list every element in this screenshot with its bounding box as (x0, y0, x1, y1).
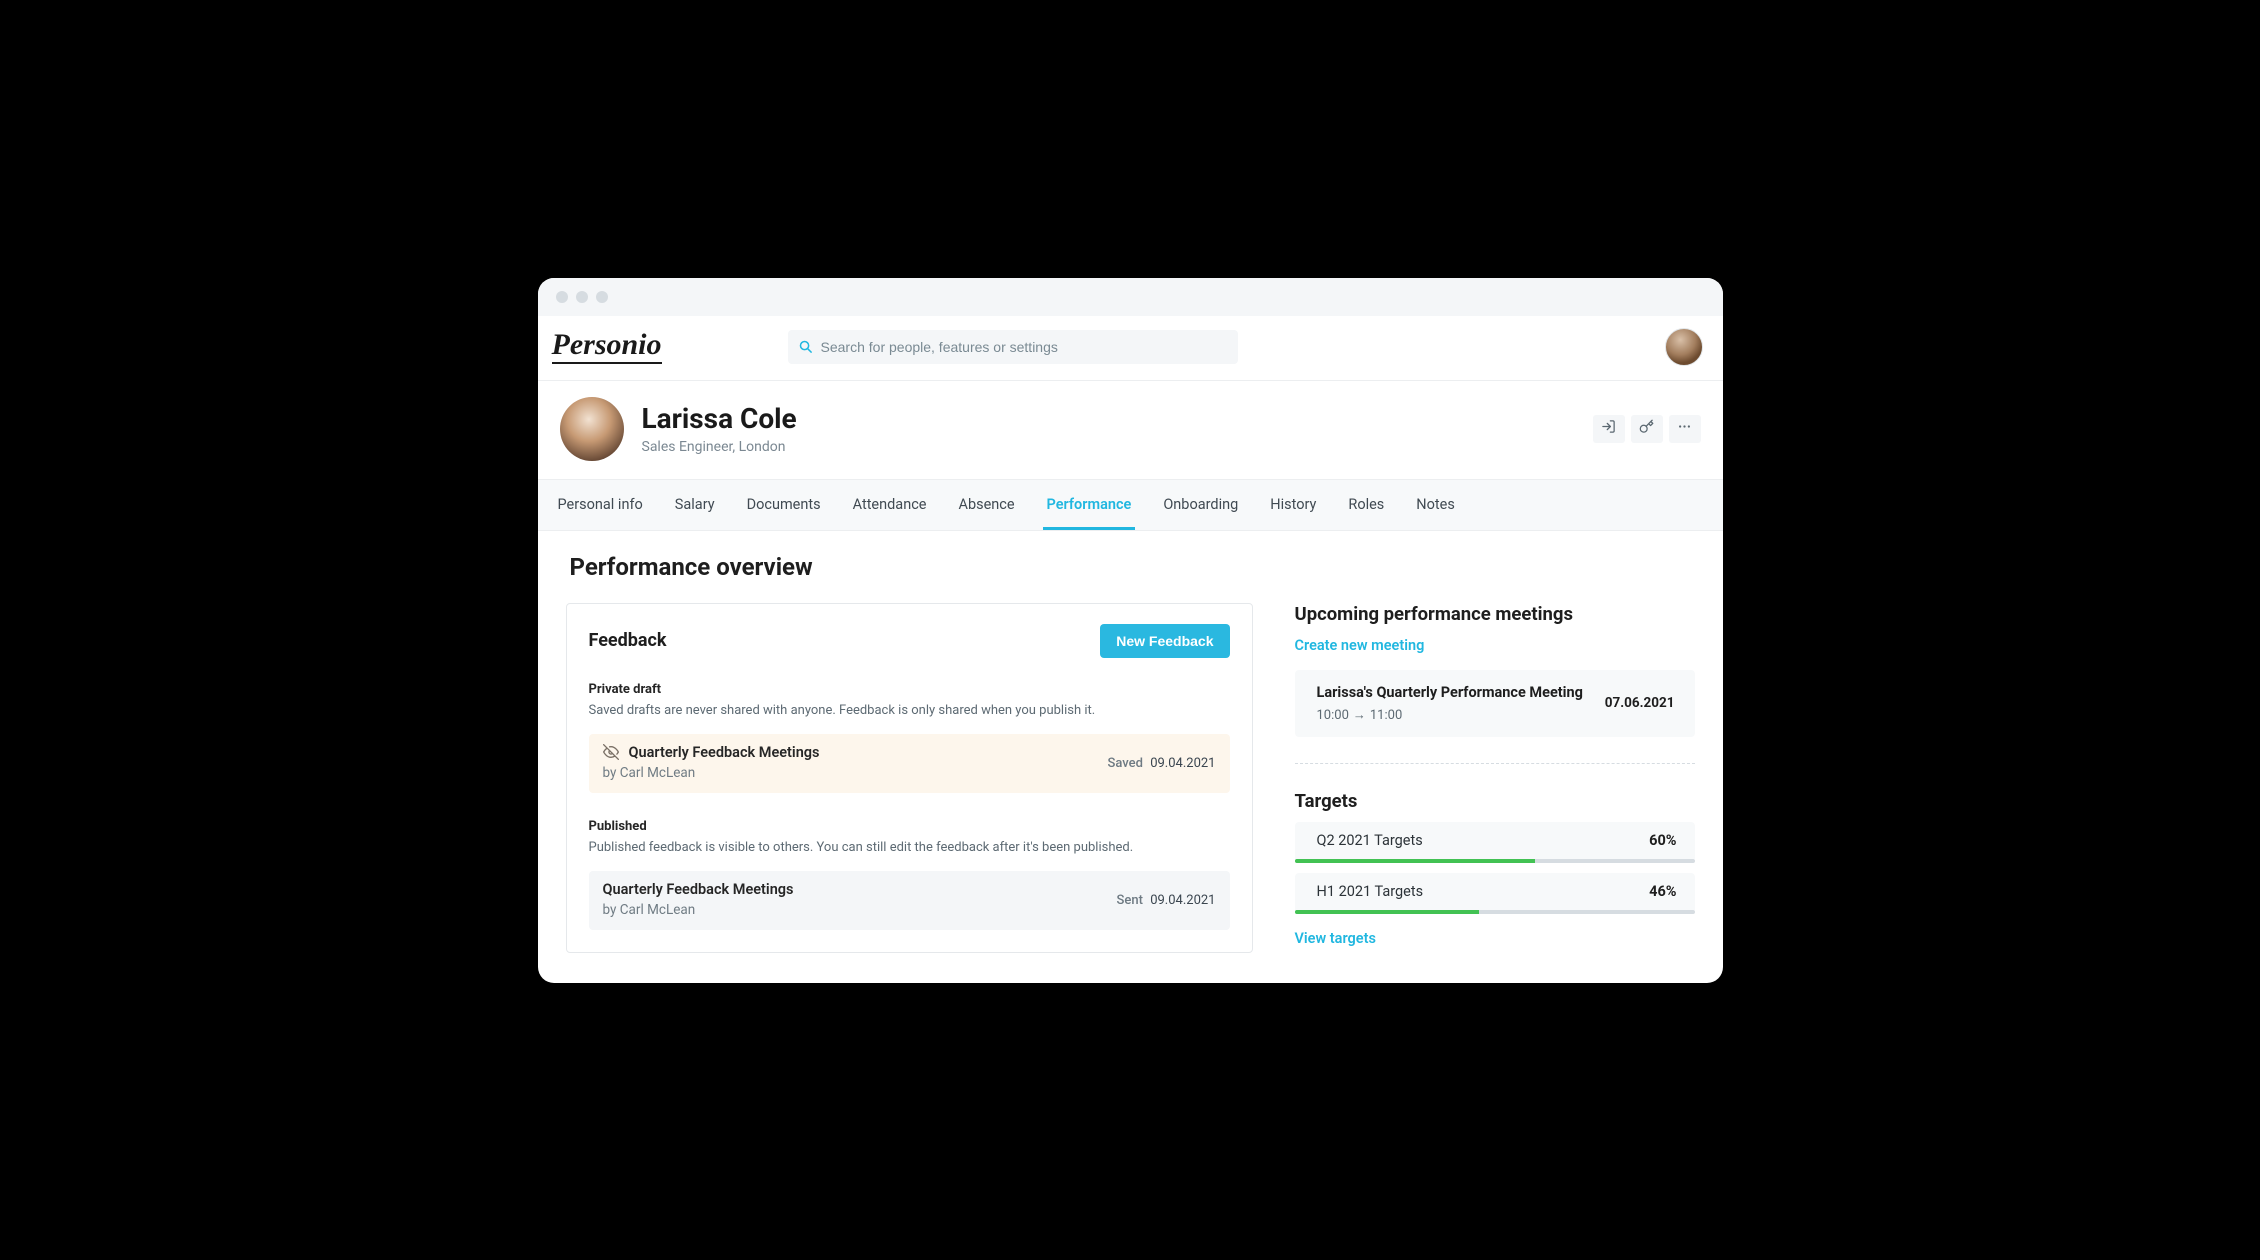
meetings-heading: Upcoming performance meetings (1295, 603, 1695, 625)
divider (1295, 763, 1695, 764)
feedback-heading: Feedback (589, 630, 667, 651)
window-titlebar (538, 278, 1723, 316)
more-button[interactable] (1669, 415, 1701, 443)
top-bar: Personio (538, 316, 1723, 381)
target-name: H1 2021 Targets (1317, 883, 1424, 900)
tab-history[interactable]: History (1266, 480, 1320, 530)
feedback-published-item[interactable]: Quarterly Feedback Meetings by Carl McLe… (589, 871, 1230, 930)
hidden-icon (603, 744, 619, 760)
traffic-minimize[interactable] (576, 291, 588, 303)
profile-tabs: Personal info Salary Documents Attendanc… (538, 479, 1723, 531)
right-column: Upcoming performance meetings Create new… (1295, 603, 1695, 947)
content-area: Performance overview Feedback New Feedba… (538, 531, 1723, 983)
private-draft-desc: Saved drafts are never shared with anyon… (589, 703, 1230, 718)
targets-heading: Targets (1295, 790, 1695, 812)
employee-identity: Larissa Cole Sales Engineer, London (642, 402, 797, 455)
draft-item-title: Quarterly Feedback Meetings (629, 744, 820, 761)
two-column-layout: Feedback New Feedback Private draft Save… (566, 603, 1695, 953)
feedback-column: Feedback New Feedback Private draft Save… (566, 603, 1253, 953)
progress-bar (1295, 859, 1695, 863)
target-percent: 60% (1649, 832, 1676, 849)
app-window: Personio Larissa Cole Sales Engineer, Lo… (538, 278, 1723, 983)
progress-bar (1295, 910, 1695, 914)
draft-item-status: Saved 09.04.2021 (1108, 744, 1216, 771)
meeting-date: 07.06.2021 (1605, 695, 1675, 711)
target-percent: 46% (1649, 883, 1676, 900)
draft-item-author: by Carl McLean (603, 765, 1108, 781)
published-item-title: Quarterly Feedback Meetings (603, 881, 794, 898)
meeting-title: Larissa's Quarterly Performance Meeting (1317, 684, 1583, 701)
key-button[interactable] (1631, 415, 1663, 443)
employee-role-location: Sales Engineer, London (642, 439, 797, 455)
tab-salary[interactable]: Salary (671, 480, 719, 530)
login-icon (1601, 419, 1616, 438)
target-row-0[interactable]: Q2 2021 Targets 60% (1295, 822, 1695, 863)
view-targets-link[interactable]: View targets (1295, 930, 1376, 947)
feedback-card-header: Feedback New Feedback (589, 624, 1230, 658)
meeting-item[interactable]: Larissa's Quarterly Performance Meeting … (1295, 670, 1695, 737)
published-desc: Published feedback is visible to others.… (589, 840, 1230, 855)
tab-attendance[interactable]: Attendance (849, 480, 931, 530)
profile-actions (1593, 415, 1701, 443)
feedback-card: Feedback New Feedback Private draft Save… (566, 603, 1253, 953)
tab-roles[interactable]: Roles (1344, 480, 1388, 530)
search-field[interactable] (788, 330, 1238, 364)
meeting-time: 10:00→11:00 (1317, 707, 1583, 723)
tab-documents[interactable]: Documents (743, 480, 825, 530)
tab-personal-info[interactable]: Personal info (554, 480, 647, 530)
private-draft-label: Private draft (589, 682, 1230, 697)
login-as-button[interactable] (1593, 415, 1625, 443)
traffic-close[interactable] (556, 291, 568, 303)
current-user-avatar[interactable] (1665, 328, 1703, 366)
target-row-1[interactable]: H1 2021 Targets 46% (1295, 873, 1695, 914)
feedback-draft-item[interactable]: Quarterly Feedback Meetings by Carl McLe… (589, 734, 1230, 793)
published-item-author: by Carl McLean (603, 902, 1117, 918)
published-item-status: Sent 09.04.2021 (1117, 881, 1216, 908)
profile-header: Larissa Cole Sales Engineer, London (538, 381, 1723, 479)
search-icon (798, 339, 813, 354)
progress-fill (1295, 910, 1479, 914)
new-feedback-button[interactable]: New Feedback (1100, 624, 1229, 658)
more-icon (1677, 419, 1692, 438)
tab-performance[interactable]: Performance (1043, 480, 1136, 530)
tab-onboarding[interactable]: Onboarding (1159, 480, 1242, 530)
employee-avatar[interactable] (560, 397, 624, 461)
page-title: Performance overview (566, 553, 1695, 581)
tab-absence[interactable]: Absence (954, 480, 1018, 530)
search-input[interactable] (821, 339, 1228, 355)
window-controls (556, 291, 608, 303)
target-name: Q2 2021 Targets (1317, 832, 1423, 849)
employee-name: Larissa Cole (642, 402, 797, 435)
tab-notes[interactable]: Notes (1412, 480, 1459, 530)
progress-fill (1295, 859, 1535, 863)
create-meeting-link[interactable]: Create new meeting (1295, 637, 1425, 654)
traffic-zoom[interactable] (596, 291, 608, 303)
published-label: Published (589, 819, 1230, 834)
brand-logo[interactable]: Personio (552, 330, 662, 364)
key-icon (1639, 419, 1654, 438)
